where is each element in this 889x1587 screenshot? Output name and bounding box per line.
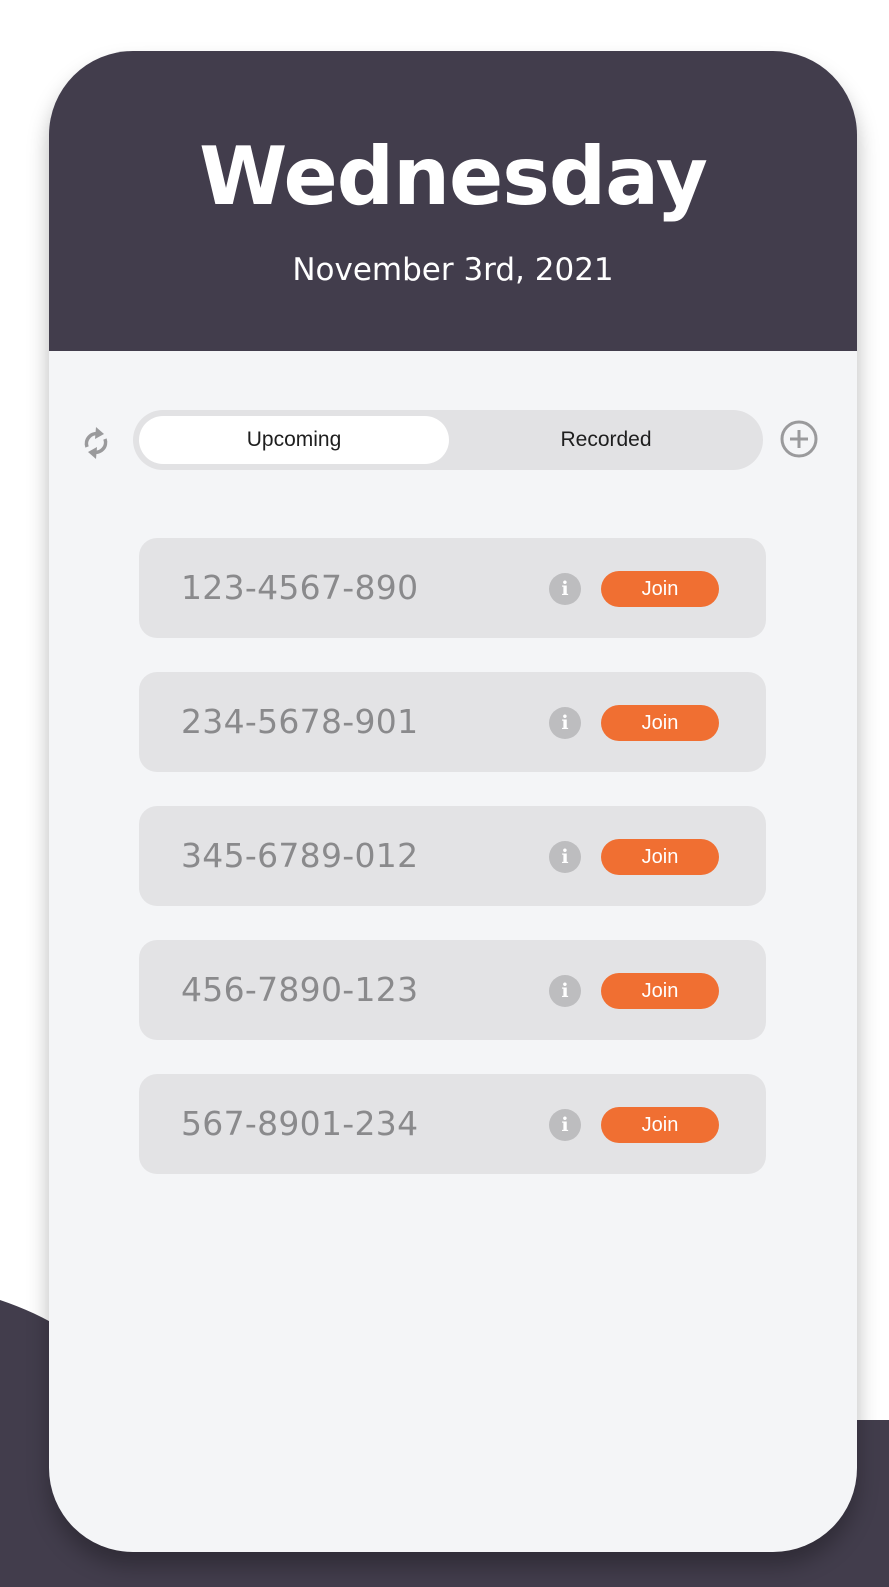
join-button[interactable]: Join xyxy=(601,973,719,1009)
schedule-card: Wednesday November 3rd, 2021 Upcoming Re… xyxy=(49,51,857,1552)
refresh-button[interactable] xyxy=(79,421,113,465)
info-icon[interactable]: i xyxy=(549,1109,581,1141)
info-icon[interactable]: i xyxy=(549,841,581,873)
meeting-id: 123-4567-890 xyxy=(181,568,419,607)
refresh-icon xyxy=(84,427,108,459)
meeting-row: 234-5678-901 i Join xyxy=(139,672,766,772)
date-subtitle: November 3rd, 2021 xyxy=(292,252,614,288)
meeting-id: 234-5678-901 xyxy=(181,702,419,741)
join-button[interactable]: Join xyxy=(601,1107,719,1143)
join-button[interactable]: Join xyxy=(601,705,719,741)
meeting-row: 123-4567-890 i Join xyxy=(139,538,766,638)
info-icon[interactable]: i xyxy=(549,707,581,739)
tab-upcoming[interactable]: Upcoming xyxy=(139,416,449,464)
header: Wednesday November 3rd, 2021 xyxy=(49,51,857,351)
meeting-id: 456-7890-123 xyxy=(181,970,419,1009)
tab-switch: Upcoming Recorded xyxy=(133,410,763,470)
meeting-id: 567-8901-234 xyxy=(181,1104,419,1143)
join-button[interactable]: Join xyxy=(601,839,719,875)
info-icon[interactable]: i xyxy=(549,573,581,605)
meeting-row: 345-6789-012 i Join xyxy=(139,806,766,906)
meeting-row: 456-7890-123 i Join xyxy=(139,940,766,1040)
add-meeting-button[interactable] xyxy=(778,418,820,460)
plus-circle-icon xyxy=(780,420,818,458)
meeting-id: 345-6789-012 xyxy=(181,836,419,875)
join-button[interactable]: Join xyxy=(601,571,719,607)
tab-recorded[interactable]: Recorded xyxy=(455,416,757,464)
day-title: Wednesday xyxy=(199,130,708,223)
meeting-row: 567-8901-234 i Join xyxy=(139,1074,766,1174)
info-icon[interactable]: i xyxy=(549,975,581,1007)
meeting-list: 123-4567-890 i Join 234-5678-901 i Join … xyxy=(139,538,766,1208)
